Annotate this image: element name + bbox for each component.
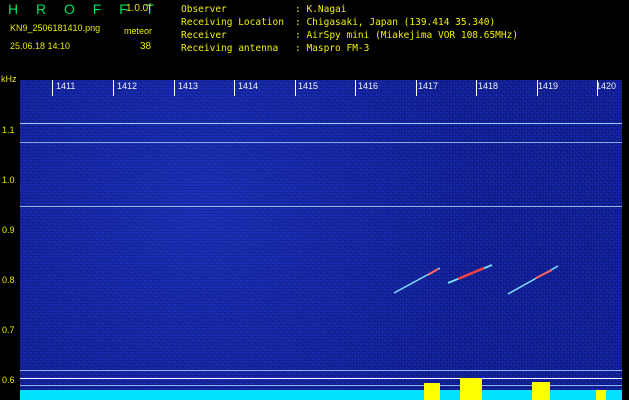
signal-spike	[596, 390, 606, 400]
meteor-echo-core	[427, 268, 439, 276]
meteor-echoes	[393, 264, 559, 295]
meteor-echo-core	[535, 269, 553, 279]
right-border	[622, 73, 629, 400]
signal-spike	[532, 382, 550, 400]
signal-spike	[460, 378, 482, 400]
signal-spike	[424, 383, 440, 400]
meteor-echo-core	[457, 266, 485, 281]
